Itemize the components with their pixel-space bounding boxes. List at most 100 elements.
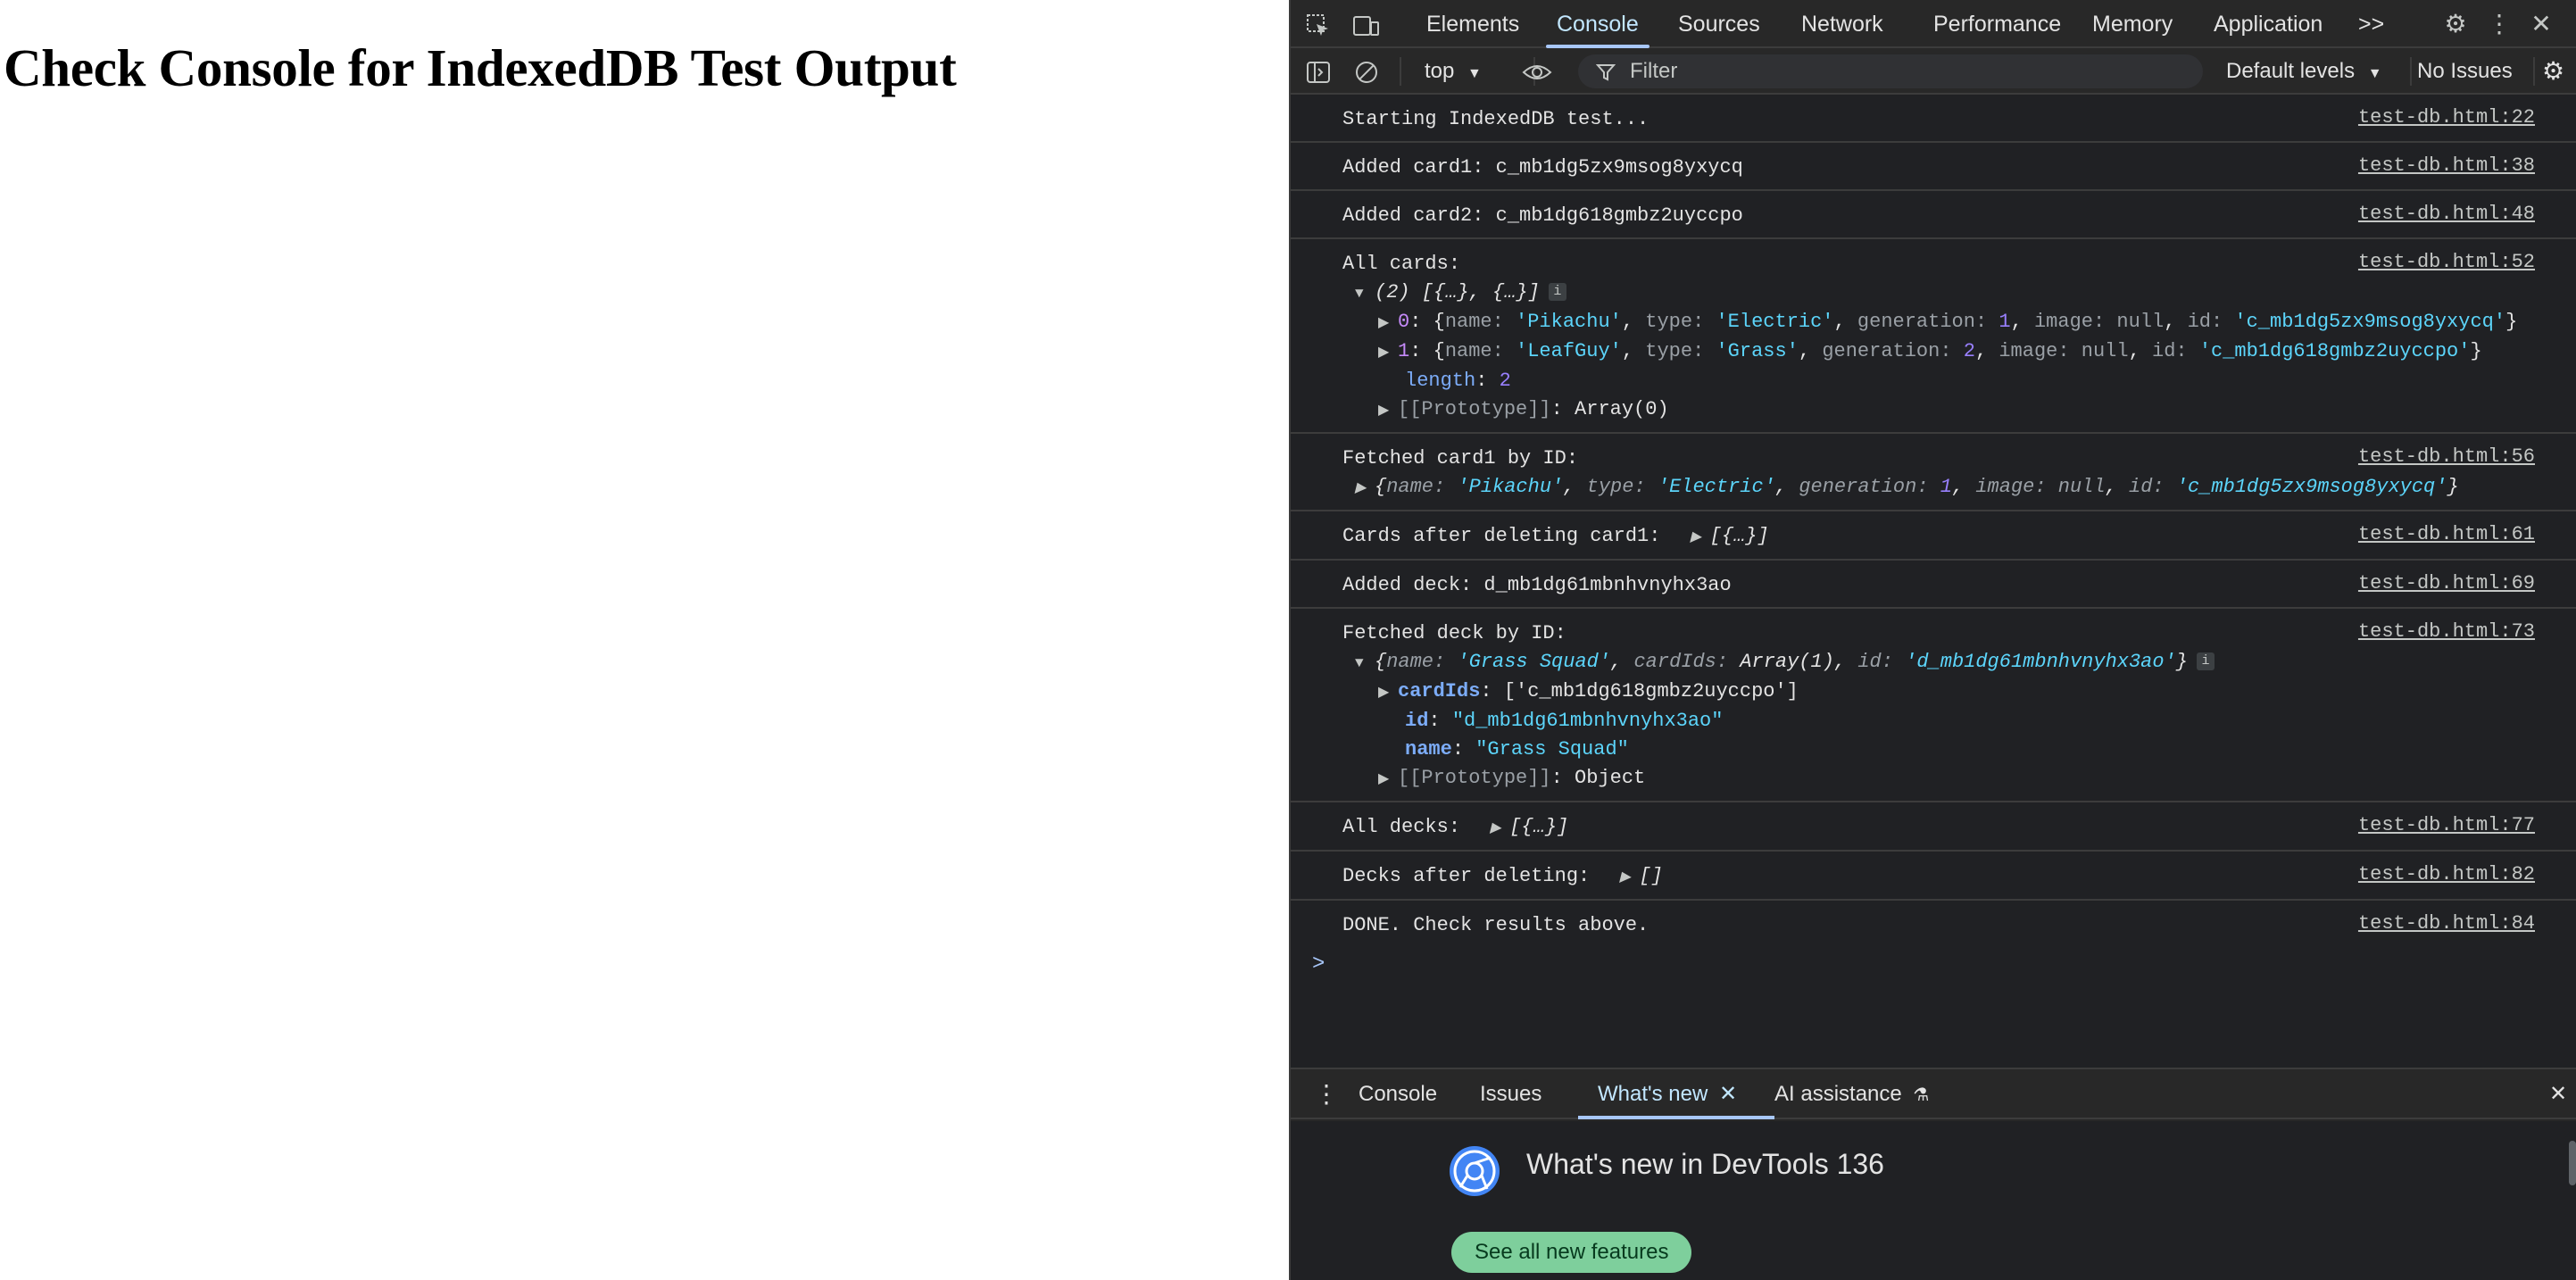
issues-counter[interactable]: No Issues xyxy=(2417,48,2513,95)
console-message: Cards after deleting card1: ▶ [{…}] test-… xyxy=(1291,511,2576,561)
info-badge-icon: i xyxy=(1548,283,1566,302)
console-message: Added card2: c_mb1dg618gmbz2uyccpo test-… xyxy=(1291,191,2576,239)
console-message: All cards: test-db.html:52 ▼ (2) [{…}, {…… xyxy=(1291,239,2576,434)
source-link[interactable]: test-db.html:69 xyxy=(2358,569,2535,598)
object-prop-row[interactable]: ▶ cardIds: ['c_mb1dg618gmbz2uyccpo'] xyxy=(1342,677,2549,707)
close-tab-icon[interactable]: ✕ xyxy=(1719,1082,1737,1106)
page-viewport: Check Console for IndexedDB Test Output xyxy=(0,0,1289,1280)
message-text: Cards after deleting card1: xyxy=(1342,525,1661,547)
more-tabs-button[interactable]: >> xyxy=(2358,0,2384,48)
collapsed-triangle-icon: ▶ xyxy=(1619,869,1631,885)
array-index: 1 xyxy=(1398,340,1410,362)
source-link[interactable]: test-db.html:52 xyxy=(2358,248,2535,277)
context-selector[interactable]: top ▼ xyxy=(1425,48,1482,95)
close-devtools-icon[interactable]: ✕ xyxy=(2526,0,2556,48)
source-link[interactable]: test-db.html:73 xyxy=(2358,618,2535,646)
array-summary-row[interactable]: ▼ (2) [{…}, {…}] i xyxy=(1342,278,2549,308)
device-toolbar-icon[interactable] xyxy=(1348,0,1384,48)
tab-application[interactable]: Application xyxy=(2214,0,2323,48)
source-link[interactable]: test-db.html:82 xyxy=(2358,860,2535,889)
drawer-tab-ai-assistance[interactable]: AI assistance ⚗ xyxy=(1774,1069,1929,1119)
prop-value: "Grass Squad" xyxy=(1475,738,1629,761)
source-link[interactable]: test-db.html:61 xyxy=(2358,520,2535,549)
inspect-element-icon[interactable] xyxy=(1303,0,1334,48)
tab-elements[interactable]: Elements xyxy=(1426,0,1519,48)
prototype-row[interactable]: ▶ [[Prototype]]: Array(0) xyxy=(1342,395,2549,425)
tab-console[interactable]: Console xyxy=(1546,0,1649,48)
console-message: Added card1: c_mb1dg5zx9msog8yxycq test-… xyxy=(1291,143,2576,191)
prop-value: 'Grass' xyxy=(1716,340,1799,362)
object-preview-row[interactable]: ▶ {name: 'Pikachu', type: 'Electric', gen… xyxy=(1342,473,2549,503)
console-settings-gear-icon[interactable]: ⚙ xyxy=(2542,48,2564,95)
filter-input[interactable] xyxy=(1630,54,2183,88)
tab-sources[interactable]: Sources xyxy=(1678,0,1760,48)
live-expression-eye-icon[interactable] xyxy=(1519,48,1555,95)
filter-input-container[interactable] xyxy=(1578,54,2203,88)
source-link[interactable]: test-db.html:77 xyxy=(2358,811,2535,840)
array-preview[interactable]: ▶ [{…}] xyxy=(1490,816,1568,838)
prop-value: 2 xyxy=(1499,370,1511,392)
collapsed-triangle-icon: ▶ xyxy=(1378,771,1390,787)
prop-value: "d_mb1dg61mbnhvnyhx3ao" xyxy=(1451,710,1724,732)
page-heading: Check Console for IndexedDB Test Output xyxy=(4,38,957,97)
more-options-icon[interactable]: ⋮ xyxy=(2487,0,2512,48)
devtools-drawer: ⋮ Console Issues What's new ✕ AI assista… xyxy=(1291,1068,2576,1280)
console-messages: Starting IndexedDB test... test-db.html:… xyxy=(1291,95,2576,1068)
prop-value: 'c_mb1dg5zx9msog8yxycq' xyxy=(2234,311,2506,333)
source-link[interactable]: test-db.html:48 xyxy=(2358,200,2535,229)
source-link[interactable]: test-db.html:84 xyxy=(2358,910,2535,938)
console-message: Fetched card1 by ID: test-db.html:56 ▶ {n… xyxy=(1291,434,2576,511)
console-message: Starting IndexedDB test... test-db.html:… xyxy=(1291,95,2576,143)
close-drawer-icon[interactable]: ✕ xyxy=(2549,1069,2576,1119)
tab-performance[interactable]: Performance xyxy=(1933,0,2061,48)
console-prompt-row[interactable]: > xyxy=(1291,947,2576,986)
expanded-triangle-icon: ▼ xyxy=(1355,655,1364,671)
drawer-menu-icon[interactable]: ⋮ xyxy=(1314,1069,1339,1119)
drawer-tab-issues[interactable]: Issues xyxy=(1480,1069,1541,1119)
whats-new-panel: What's new in DevTools 136 See all new f… xyxy=(1291,1121,2576,1280)
collapsed-triangle-icon: ▶ xyxy=(1378,685,1390,701)
array-preview[interactable]: ▶ [] xyxy=(1619,865,1662,887)
prop-value: Array(1) xyxy=(1740,651,1834,673)
log-levels-label: Default levels xyxy=(2226,59,2356,83)
tab-memory[interactable]: Memory xyxy=(2092,0,2173,48)
collapsed-triangle-icon: ▶ xyxy=(1378,315,1390,331)
drawer-tab-whats-new[interactable]: What's new ✕ xyxy=(1577,1069,1775,1119)
clear-console-icon[interactable] xyxy=(1353,48,1380,95)
collapsed-triangle-icon: ▶ xyxy=(1690,529,1701,545)
prop-value: 'd_mb1dg61mbnhvnyhx3ao' xyxy=(1905,651,2176,673)
tab-network[interactable]: Network xyxy=(1801,0,1883,48)
source-link[interactable]: test-db.html:22 xyxy=(2358,104,2535,132)
source-link[interactable]: test-db.html:56 xyxy=(2358,443,2535,471)
prop-value: null xyxy=(2081,340,2129,362)
array-item-row[interactable]: ▶ 1: {name: 'LeafGuy', type: 'Grass', gen… xyxy=(1342,337,2549,367)
object-summary-row[interactable]: ▼ {name: 'Grass Squad', cardIds: Array(1)… xyxy=(1342,648,2549,677)
array-item-row[interactable]: ▶ 0: {name: 'Pikachu', type: 'Electric', … xyxy=(1342,308,2549,337)
toolbar-divider xyxy=(1400,57,1401,86)
prop-value: 1 xyxy=(1940,476,1952,498)
scrollbar-thumb[interactable] xyxy=(2569,1141,2576,1185)
console-message: DONE. Check results above. test-db.html:… xyxy=(1291,901,2576,947)
context-selector-label: top xyxy=(1425,59,1455,83)
array-preview[interactable]: ▶ [{…}] xyxy=(1691,525,1769,547)
prop-value: null xyxy=(2057,476,2106,498)
prototype-row[interactable]: ▶ [[Prototype]]: Object xyxy=(1342,764,2549,794)
see-all-features-button[interactable]: See all new features xyxy=(1451,1232,1692,1273)
log-levels-dropdown[interactable]: Default levels ▼ xyxy=(2226,48,2382,95)
settings-gear-icon[interactable]: ⚙ xyxy=(2440,0,2471,48)
prop-value: 'Pikachu' xyxy=(1516,311,1622,333)
array-length-row: length: 2 xyxy=(1405,370,1511,392)
source-link[interactable]: test-db.html:38 xyxy=(2358,152,2535,180)
sidebar-toggle-icon[interactable] xyxy=(1305,48,1332,95)
object-prop-row: id: "d_mb1dg61mbnhvnyhx3ao" xyxy=(1405,710,1724,732)
collapsed-triangle-icon: ▶ xyxy=(1490,820,1501,836)
prop-key: [[Prototype]] xyxy=(1398,767,1551,789)
prop-value: 'Electric' xyxy=(1657,476,1775,498)
devtools-tab-bar: Elements Console Sources Network Perform… xyxy=(1291,0,2576,48)
flask-icon: ⚗ xyxy=(1913,1085,1930,1105)
expanded-triangle-icon: ▼ xyxy=(1355,286,1364,302)
prop-value: Array(0) xyxy=(1575,398,1669,420)
filter-funnel-icon xyxy=(1595,54,1616,88)
console-message: Fetched deck by ID: test-db.html:73 ▼ {na… xyxy=(1291,609,2576,802)
drawer-tab-console[interactable]: Console xyxy=(1359,1069,1437,1119)
